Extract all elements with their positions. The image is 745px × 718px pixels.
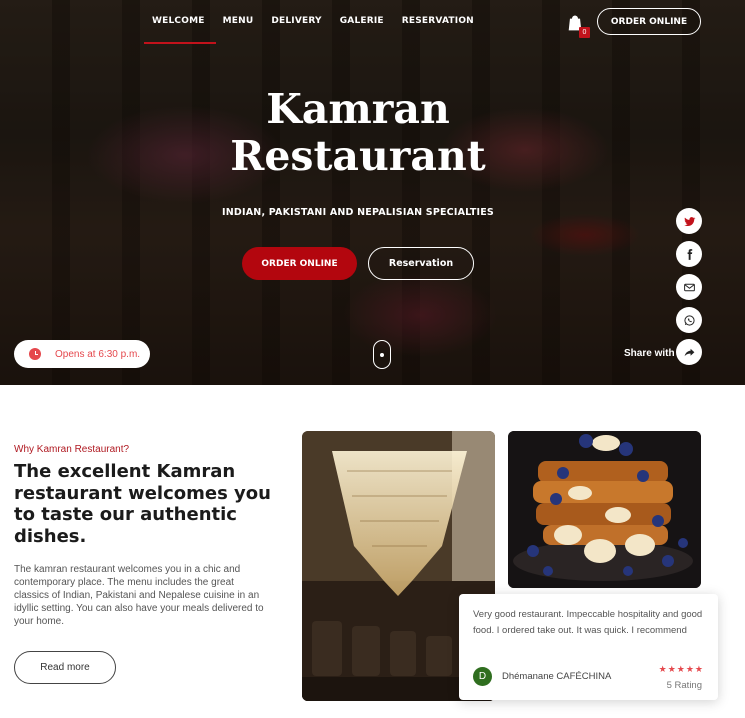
nav-delivery[interactable]: DELIVERY (271, 16, 330, 36)
nav-galerie[interactable]: GALERIE (340, 16, 393, 36)
section-title: The excellent Kamran restaurant welcomes… (14, 461, 271, 547)
opening-hours-pill: Opens at 6:30 p.m. (14, 340, 150, 368)
order-online-button[interactable]: ORDER ONLINE (242, 247, 357, 280)
reservation-button[interactable]: Reservation (368, 247, 474, 280)
share-button[interactable] (676, 339, 702, 365)
mail-button[interactable] (676, 274, 702, 300)
review-card: Very good restaurant. Impeccable hospita… (459, 594, 718, 700)
order-online-top-button[interactable]: ORDER ONLINE (597, 8, 701, 35)
nav-menu[interactable]: MENU (223, 16, 263, 36)
hero-title-line2: Restaurant (230, 132, 486, 180)
nav-reservation[interactable]: RESERVATION (402, 16, 483, 36)
cart-count-badge: 0 (579, 27, 590, 38)
twitter-icon (683, 216, 695, 226)
hero-banner: WELCOME MENU DELIVERY GALERIE RESERVATIO… (0, 0, 745, 385)
hero-subtitle: INDIAN, PAKISTANI AND NEPALISIAN SPECIAL… (222, 207, 494, 218)
whatsapp-button[interactable] (676, 307, 702, 333)
nav-welcome[interactable]: WELCOME (144, 16, 216, 44)
facebook-icon (687, 248, 692, 260)
reviewer-name: Dhémanane CAFÉCHINA (502, 671, 612, 682)
avatar: D (473, 667, 492, 686)
share-label: Share with (624, 348, 675, 359)
section-description: The kamran restaurant welcomes you in a … (14, 564, 264, 627)
read-more-button[interactable]: Read more (14, 651, 116, 684)
main-nav: WELCOME MENU DELIVERY GALERIE RESERVATIO… (144, 16, 492, 44)
rating-text: 5 Rating (666, 680, 702, 691)
clock-icon (29, 348, 41, 360)
rating-stars: ★★★★★ (658, 664, 704, 674)
facebook-button[interactable] (676, 241, 702, 267)
review-text: Very good restaurant. Impeccable hospita… (473, 609, 703, 636)
french-toast-photo (508, 431, 701, 588)
hero-title-line1: Kamran (266, 85, 450, 133)
share-icon (684, 348, 694, 356)
opening-hours-text: Opens at 6:30 p.m. (55, 348, 141, 360)
section-eyebrow: Why Kamran Restaurant? (14, 444, 130, 455)
mail-icon (683, 283, 695, 291)
cart-button[interactable]: 0 (566, 14, 590, 38)
reviewer: D Dhémanane CAFÉCHINA (473, 667, 611, 686)
scroll-indicator[interactable] (373, 340, 391, 369)
whatsapp-icon (683, 314, 695, 326)
twitter-button[interactable] (676, 208, 702, 234)
hero-title: Kamran Restaurant (0, 86, 716, 180)
